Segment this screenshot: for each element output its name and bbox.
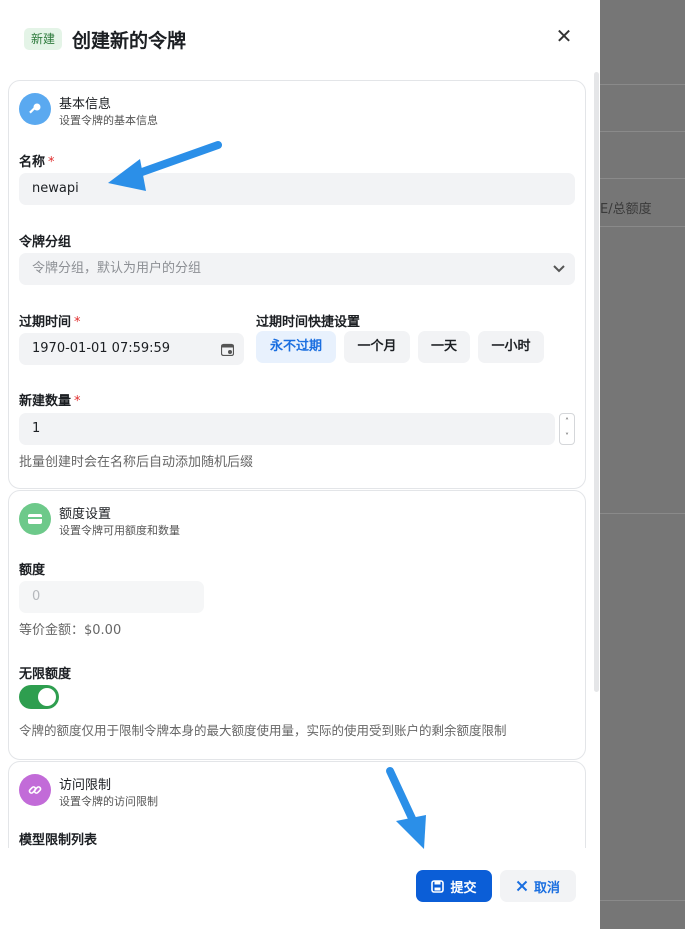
equivalent-amount: 等价金额：$0.00: [19, 623, 122, 638]
background-overlay: E/总额度: [600, 0, 685, 929]
quota-subtitle: 设置令牌可用额度和数量: [59, 524, 180, 537]
quick-month-button[interactable]: 一个月: [344, 331, 410, 363]
chevron-down-icon: [553, 265, 565, 273]
group-placeholder: 令牌分组，默认为用户的分组: [32, 261, 202, 276]
submit-button[interactable]: 提交: [416, 870, 492, 902]
bg-column-header: E/总额度: [600, 202, 652, 217]
quota-title: 额度设置: [59, 507, 112, 522]
dialog-title: 创建新的令牌: [72, 30, 187, 52]
access-subtitle: 设置令牌的访问限制: [59, 795, 158, 808]
create-token-dialog: 新建 创建新的令牌 ✕ 基本信息 设置令牌的基本信息 名称 * newapi 令牌…: [0, 0, 600, 929]
expire-input[interactable]: 1970-01-01 07:59:59: [19, 333, 244, 365]
bg-divider: [600, 513, 685, 514]
quota-card: 额度设置 设置令牌可用额度和数量 额度 0 等价金额：$0.00 无限额度 令牌…: [8, 490, 586, 760]
calendar-icon[interactable]: [221, 343, 234, 356]
basic-info-title: 基本信息: [59, 97, 112, 112]
group-label: 令牌分组: [19, 235, 72, 250]
quick-hour-button[interactable]: 一小时: [478, 331, 544, 363]
quota-note: 令牌的额度仅用于限制令牌本身的最大额度使用量，实际的使用受到账户的剩余额度限制: [19, 723, 507, 738]
access-card: 访问限制 设置令牌的访问限制 模型限制列表: [8, 761, 586, 848]
cancel-button[interactable]: 取消: [500, 870, 576, 902]
submit-label: 提交: [450, 880, 477, 896]
amount-label: 额度: [19, 563, 46, 578]
unlimited-toggle[interactable]: [19, 685, 59, 709]
basic-info-card: 基本信息 设置令牌的基本信息 名称 * newapi 令牌分组 令牌分组，默认为用…: [8, 80, 586, 489]
cancel-label: 取消: [533, 880, 560, 896]
quick-expire-label: 过期时间快捷设置: [256, 315, 361, 330]
save-icon: [431, 879, 445, 893]
count-stepper[interactable]: ˄ ˅: [559, 413, 575, 445]
name-input[interactable]: newapi: [19, 173, 575, 205]
close-icon[interactable]: ✕: [552, 24, 576, 48]
expire-value: 1970-01-01 07:59:59: [32, 341, 171, 356]
quick-never-button[interactable]: 永不过期: [256, 331, 336, 363]
amount-input[interactable]: 0: [19, 581, 204, 613]
amount-placeholder: 0: [32, 589, 41, 604]
quick-day-button[interactable]: 一天: [418, 331, 470, 363]
bg-divider: [600, 900, 685, 901]
model-list-label: 模型限制列表: [19, 833, 98, 848]
key-icon: [19, 93, 51, 125]
toggle-knob: [38, 688, 56, 706]
count-input[interactable]: 1: [19, 413, 555, 445]
group-select[interactable]: 令牌分组，默认为用户的分组: [19, 253, 575, 285]
bg-divider: [600, 84, 685, 85]
count-label: 新建数量 *: [19, 394, 81, 409]
unlimited-label: 无限额度: [19, 667, 72, 682]
new-tag: 新建: [24, 28, 63, 50]
name-label: 名称 *: [19, 155, 55, 170]
card-icon: [19, 503, 51, 535]
dialog-header: 新建 创建新的令牌 ✕: [0, 0, 600, 78]
basic-info-subtitle: 设置令牌的基本信息: [59, 114, 158, 127]
close-icon: [516, 880, 528, 892]
count-hint: 批量创建时会在名称后自动添加随机后缀: [19, 455, 254, 470]
link-icon: [19, 774, 51, 806]
bg-divider: [600, 178, 685, 179]
expire-label: 过期时间 *: [19, 315, 81, 330]
bg-divider: [600, 131, 685, 132]
access-title: 访问限制: [59, 778, 112, 793]
dialog-footer: 提交 取消: [0, 848, 600, 929]
bg-divider: [600, 226, 685, 227]
dialog-content: 基本信息 设置令牌的基本信息 名称 * newapi 令牌分组 令牌分组，默认为用…: [0, 78, 600, 848]
